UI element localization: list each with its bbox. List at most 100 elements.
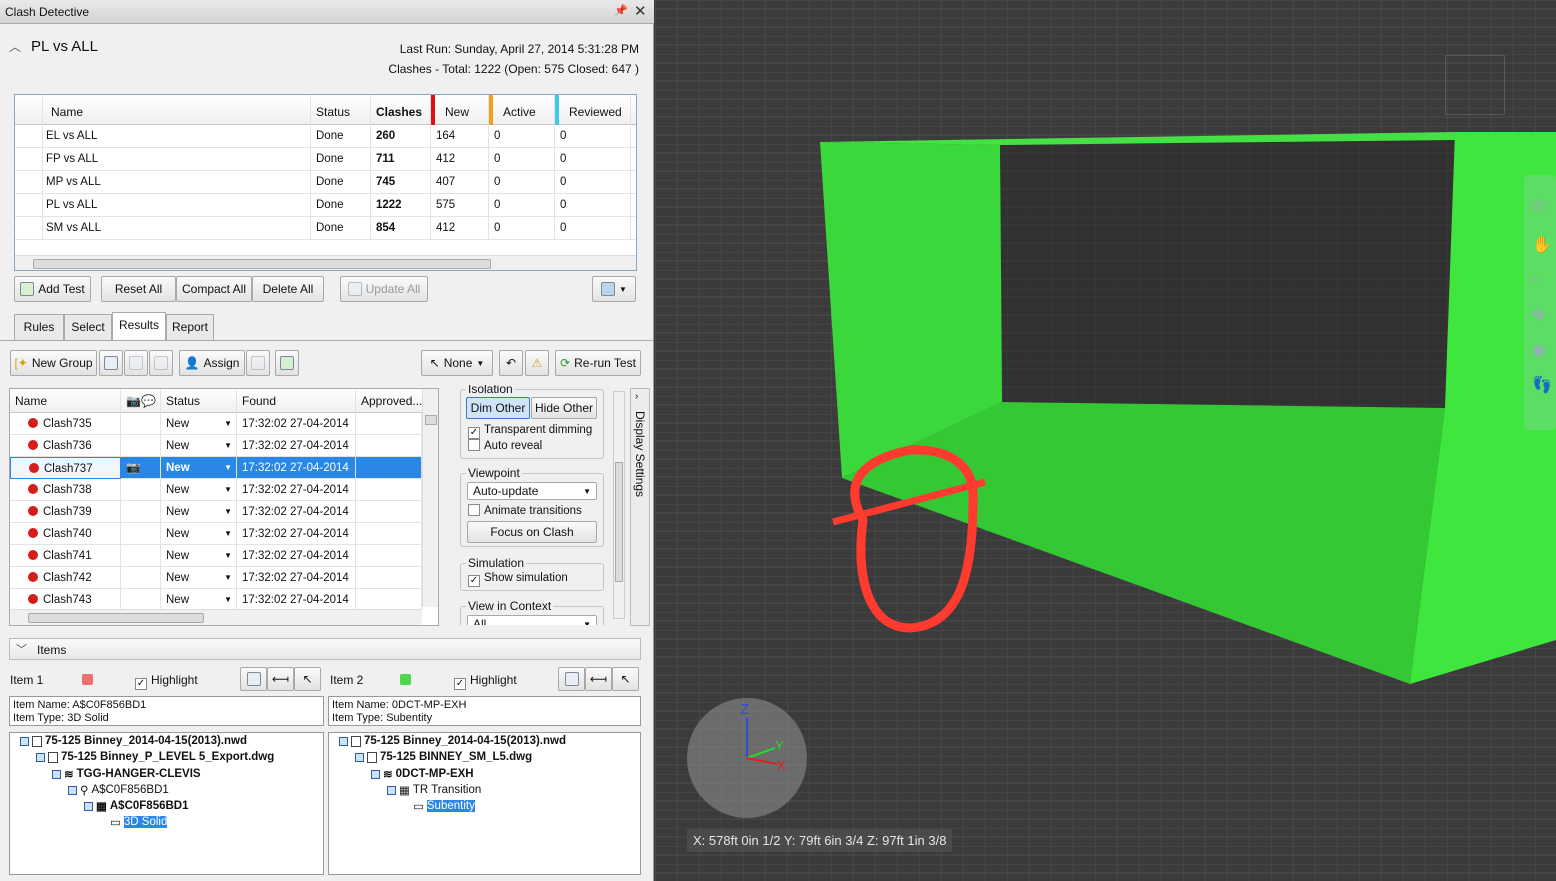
ungroup-button[interactable] bbox=[124, 350, 148, 376]
compact-all-button[interactable]: Compact All bbox=[176, 276, 252, 302]
col-found[interactable]: Found bbox=[237, 389, 356, 413]
tree-node[interactable]: ▭ Subentity bbox=[413, 799, 475, 813]
tree-node[interactable]: ⚲ A$C0F856BD1 bbox=[68, 783, 169, 797]
item2-pointer-button[interactable]: ↖ bbox=[612, 667, 639, 691]
assign-button[interactable]: 👤 Assign bbox=[179, 350, 245, 376]
add-test-button[interactable]: Add Test bbox=[14, 276, 91, 302]
auto-reveal-checkbox[interactable]: Auto reveal bbox=[468, 439, 542, 452]
col-active[interactable]: Active bbox=[489, 95, 555, 125]
col-status[interactable]: Status bbox=[311, 95, 371, 125]
look-icon[interactable]: ◉ bbox=[1532, 340, 1546, 360]
item2-color-swatch[interactable] bbox=[400, 674, 411, 685]
scrollbar-thumb[interactable] bbox=[33, 259, 491, 269]
clash-row[interactable]: Clash739 New ▼ 17:32:02 27-04-2014 bbox=[10, 501, 422, 523]
tests-horizontal-scrollbar[interactable] bbox=[15, 255, 636, 270]
item1-return-button[interactable]: ⟻ bbox=[267, 667, 294, 691]
display-settings-side-tab[interactable]: › Display Settings bbox=[630, 388, 650, 626]
export-dropdown-button[interactable]: ▼ bbox=[592, 276, 636, 302]
zoom-icon[interactable]: ⌕ bbox=[1532, 270, 1541, 288]
status-dropdown[interactable]: New ▼ bbox=[161, 479, 237, 501]
view-in-context-select[interactable]: All ▼ bbox=[467, 615, 597, 625]
clash-row[interactable]: Clash736 New ▼ 17:32:02 27-04-2014 bbox=[10, 435, 422, 457]
clash-row[interactable]: Clash741 New ▼ 17:32:02 27-04-2014 bbox=[10, 545, 422, 567]
steering-wheel-icon[interactable]: ◎ bbox=[1532, 195, 1546, 215]
results-vertical-scrollbar[interactable] bbox=[422, 389, 438, 607]
status-dropdown[interactable]: New ▼ bbox=[161, 523, 237, 545]
tree-node[interactable]: ≋ TGG-HANGER-CLEVIS bbox=[52, 767, 201, 781]
tab-report[interactable]: Report bbox=[166, 314, 214, 340]
item1-pointer-button[interactable]: ↖ bbox=[294, 667, 321, 691]
col-reviewed[interactable]: Reviewed bbox=[555, 95, 631, 125]
col-name[interactable]: Name bbox=[10, 389, 121, 413]
results-horizontal-scrollbar[interactable] bbox=[10, 609, 422, 625]
walk-icon[interactable]: 👣 bbox=[1532, 375, 1552, 395]
close-icon[interactable]: ✕ bbox=[634, 2, 647, 20]
item1-highlight-checkbox[interactable]: ✓ Highlight bbox=[135, 673, 198, 690]
animate-transitions-checkbox[interactable]: Animate transitions bbox=[468, 504, 582, 517]
tree-node[interactable]: ▦ TR Transition bbox=[387, 783, 481, 797]
status-dropdown[interactable]: New ▼ bbox=[161, 435, 237, 457]
pan-hand-icon[interactable]: ✋ bbox=[1532, 235, 1552, 255]
dim-other-button[interactable]: Dim Other bbox=[466, 397, 530, 419]
status-dropdown[interactable]: New ▼ bbox=[161, 501, 237, 523]
viewpoint-select[interactable]: Auto-update ▼ bbox=[467, 482, 597, 500]
tree-node[interactable]: 75-125 Binney_2014-04-15(2013).nwd bbox=[20, 735, 247, 747]
tree-node[interactable]: 75-125 BINNEY_SM_L5.dwg bbox=[355, 751, 532, 763]
col-status[interactable]: Status bbox=[161, 389, 237, 413]
explode-group-button[interactable] bbox=[149, 350, 173, 376]
tab-select[interactable]: Select bbox=[64, 314, 112, 340]
tab-results[interactable]: Results bbox=[112, 312, 166, 340]
clash-row[interactable]: Clash737 📷 New ▼ 17:32:02 27-04-2014 bbox=[10, 457, 422, 479]
table-row[interactable]: FP vs ALLDone711412000 bbox=[15, 148, 636, 171]
col-approved[interactable]: Approved... bbox=[356, 389, 430, 413]
update-all-button[interactable]: Update All bbox=[340, 276, 428, 302]
clash-row[interactable]: Clash740 New ▼ 17:32:02 27-04-2014 bbox=[10, 523, 422, 545]
filter-none-dropdown[interactable]: ↖ None ▼ bbox=[421, 350, 493, 376]
table-row[interactable]: EL vs ALLDone260164000 bbox=[15, 125, 636, 148]
col-clashes[interactable]: Clashes bbox=[371, 95, 431, 125]
table-row[interactable]: SM vs ALLDone854412000 bbox=[15, 217, 636, 240]
tab-rules[interactable]: Rules bbox=[14, 314, 64, 340]
scrollbar-thumb[interactable] bbox=[425, 415, 437, 425]
warning-filter-button[interactable]: ⚠ bbox=[525, 350, 549, 376]
items-header[interactable]: ﹀ Items bbox=[9, 638, 641, 660]
unassign-button[interactable] bbox=[246, 350, 270, 376]
status-dropdown[interactable]: New ▼ bbox=[161, 567, 237, 589]
reset-filter-button[interactable]: ↶ bbox=[499, 350, 523, 376]
3d-viewport[interactable]: ◎ ✋ ⌕ ✥ ◉ 👣 Z Y X X: 578ft 0in 1/2 Y: 79… bbox=[655, 0, 1556, 881]
new-group-button[interactable]: [✦ New Group bbox=[10, 350, 97, 376]
clash-row[interactable]: Clash735 New ▼ 17:32:02 27-04-2014 bbox=[10, 413, 422, 435]
tree-node[interactable]: ▦ A$C0F856BD1 bbox=[84, 799, 189, 813]
clash-row[interactable]: Clash738 New ▼ 17:32:02 27-04-2014 bbox=[10, 479, 422, 501]
item1-select-button[interactable] bbox=[240, 667, 267, 691]
group-icon-button[interactable] bbox=[99, 350, 123, 376]
display-settings-scrollbar[interactable] bbox=[613, 391, 625, 619]
table-row[interactable]: PL vs ALLDone1222575000 bbox=[15, 194, 636, 217]
scrollbar-thumb[interactable] bbox=[28, 613, 204, 623]
tree-node[interactable]: 75-125 Binney_P_LEVEL 5_Export.dwg bbox=[36, 751, 274, 763]
scrollbar-thumb[interactable] bbox=[615, 462, 623, 582]
comment-button[interactable] bbox=[275, 350, 299, 376]
col-media[interactable]: 📷💬 bbox=[121, 389, 161, 413]
hide-other-button[interactable]: Hide Other bbox=[531, 397, 597, 419]
rerun-test-button[interactable]: ⟳ Re-run Test bbox=[555, 350, 641, 376]
orbit-icon[interactable]: ✥ bbox=[1532, 305, 1545, 325]
transparent-dimming-checkbox[interactable]: ✓ Transparent dimming bbox=[468, 424, 592, 439]
delete-all-button[interactable]: Delete All bbox=[252, 276, 324, 302]
item2-return-button[interactable]: ⟻ bbox=[585, 667, 612, 691]
show-simulation-checkbox[interactable]: ✓ Show simulation bbox=[468, 572, 568, 587]
item2-select-button[interactable] bbox=[558, 667, 585, 691]
clash-row[interactable]: Clash743 New ▼ 17:32:02 27-04-2014 bbox=[10, 589, 422, 611]
tree-node[interactable]: ▭ 3D Solid bbox=[110, 815, 168, 829]
col-new[interactable]: New bbox=[431, 95, 489, 125]
tree-node[interactable]: 75-125 Binney_2014-04-15(2013).nwd bbox=[339, 735, 566, 747]
status-dropdown[interactable]: New ▼ bbox=[161, 457, 237, 479]
item1-color-swatch[interactable] bbox=[82, 674, 93, 685]
clash-row[interactable]: Clash742 New ▼ 17:32:02 27-04-2014 bbox=[10, 567, 422, 589]
status-dropdown[interactable]: New ▼ bbox=[161, 545, 237, 567]
pin-icon[interactable]: 📌 bbox=[614, 4, 628, 17]
collapse-chevron-icon[interactable]: ︿ bbox=[9, 38, 21, 55]
tree-node[interactable]: ≋ 0DCT-MP-EXH bbox=[371, 767, 474, 781]
col-name[interactable]: Name bbox=[43, 95, 311, 125]
viewcube-icon[interactable] bbox=[1445, 55, 1505, 115]
